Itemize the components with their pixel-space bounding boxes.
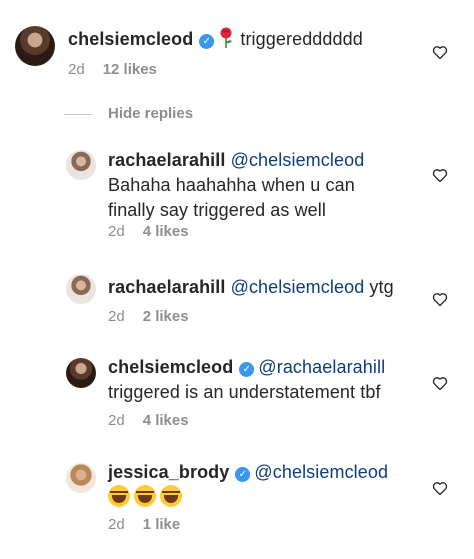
likes-count[interactable]: 4 likes	[143, 223, 189, 240]
comment-meta: 2d 4 likes	[108, 412, 189, 429]
username[interactable]: rachaelarahill	[108, 277, 225, 297]
likes-count[interactable]: 12 likes	[103, 61, 157, 78]
comment-meta: 2d 1 like	[108, 516, 180, 533]
username[interactable]: chelsiemcleod	[108, 357, 233, 377]
username[interactable]: rachaelarahill	[108, 150, 225, 170]
verified-badge-icon: ✓	[235, 467, 251, 482]
comment-age: 2d	[68, 61, 85, 78]
hide-replies-divider	[64, 114, 92, 115]
comment-text: jessica_brody ✓ @chelsiemcleod	[108, 460, 428, 510]
avatar[interactable]	[66, 463, 96, 493]
avatar[interactable]	[66, 150, 96, 180]
likes-count[interactable]: 1 like	[143, 516, 181, 533]
comment-body: ytg	[369, 277, 394, 297]
tears-of-joy-emoji	[134, 485, 156, 507]
comment-body-line: finally say triggered as well	[108, 200, 326, 220]
avatar[interactable]	[66, 358, 96, 388]
likes-count[interactable]: 2 likes	[143, 308, 189, 325]
avatar[interactable]	[66, 274, 96, 304]
tears-of-joy-emoji	[108, 485, 130, 507]
mention-link[interactable]: @rachaelarahill	[258, 357, 385, 377]
mention-link[interactable]: @chelsiemcleod	[231, 277, 365, 297]
comment-body: triggered is an understatement tbf	[108, 382, 381, 402]
heart-outline-icon[interactable]	[432, 481, 448, 496]
verified-badge-icon: ✓	[239, 362, 255, 377]
comment-age: 2d	[108, 412, 125, 429]
heart-outline-icon[interactable]	[432, 45, 448, 60]
username[interactable]: jessica_brody	[108, 462, 229, 482]
rose-emoji	[220, 27, 233, 48]
comment-meta: 2d 12 likes	[68, 61, 157, 78]
tears-of-joy-emoji	[160, 485, 182, 507]
heart-outline-icon[interactable]	[432, 376, 448, 391]
comment-meta: 2d 4 likes	[108, 223, 189, 240]
mention-link[interactable]: @chelsiemcleod	[231, 150, 365, 170]
comment-text: rachaelarahill @chelsiemcleod ytg	[108, 275, 394, 300]
comment-text: rachaelarahill @chelsiemcleod Bahaha haa…	[108, 148, 428, 223]
heart-outline-icon[interactable]	[432, 292, 448, 307]
comment-body: triggeredddddd	[240, 29, 363, 49]
avatar[interactable]	[15, 26, 55, 66]
comment-age: 2d	[108, 308, 125, 325]
comment-meta: 2d 2 likes	[108, 308, 189, 325]
verified-badge-icon: ✓	[199, 34, 215, 49]
comment-text: chelsiemcleod ✓ @rachaelarahill triggered …	[108, 355, 428, 405]
comment-age: 2d	[108, 516, 125, 533]
hide-replies-button[interactable]: Hide replies	[108, 105, 193, 122]
likes-count[interactable]: 4 likes	[143, 412, 189, 429]
comment-age: 2d	[108, 223, 125, 240]
mention-link[interactable]: @chelsiemcleod	[254, 462, 388, 482]
heart-outline-icon[interactable]	[432, 168, 448, 183]
username[interactable]: chelsiemcleod	[68, 29, 193, 49]
comment-body-line: Bahaha haahahha when u can	[108, 175, 355, 195]
comment-text: chelsiemcleod ✓ triggeredddddd	[68, 27, 363, 52]
